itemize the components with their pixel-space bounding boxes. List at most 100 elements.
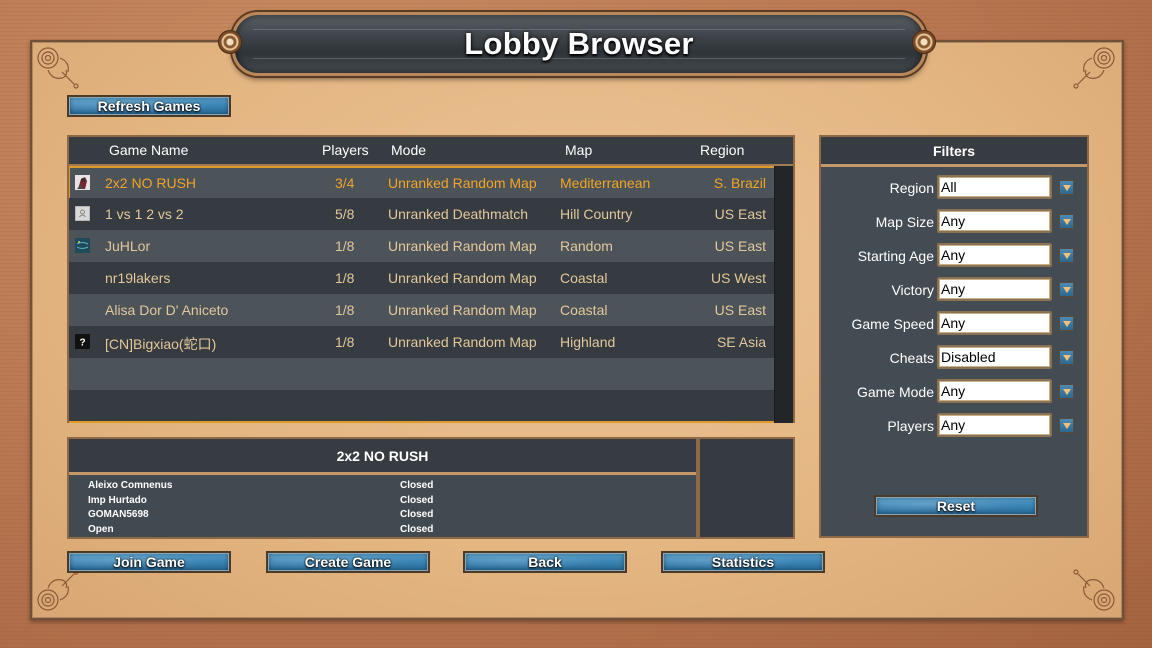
filter-game-speed-select[interactable]: Any (937, 311, 1052, 335)
game-players: 5/8 (335, 206, 355, 222)
game-region: US East (714, 206, 766, 222)
default-avatar-icon (75, 206, 90, 221)
map-preview (698, 437, 795, 539)
player-slot-status: Closed (400, 524, 434, 535)
dropdown-arrow-icon[interactable] (1059, 214, 1074, 229)
warrior-avatar-icon (75, 175, 90, 190)
game-name: [CN]Bigxiao(蛇口) (105, 336, 217, 352)
game-row[interactable]: 1 vs 1 2 vs 2 5/8 Unranked Deathmatch Hi… (69, 198, 775, 230)
game-region: US East (714, 302, 766, 318)
column-header-region[interactable]: Region (700, 142, 744, 158)
map-avatar-icon (75, 238, 90, 253)
filter-label-game-speed: Game Speed (851, 316, 935, 332)
player-slot-status: Closed (400, 495, 434, 506)
column-header-map[interactable]: Map (565, 142, 592, 158)
game-name: 1 vs 1 2 vs 2 (105, 206, 184, 222)
filter-label-region: Region (889, 180, 934, 196)
corner-ornament-icon (1073, 569, 1115, 611)
filter-map-size-select[interactable]: Any (937, 209, 1052, 233)
game-players: 1/8 (335, 302, 355, 318)
game-list-rows: 2x2 NO RUSH 3/4 Unranked Random Map Medi… (69, 166, 777, 423)
svg-text:?: ? (79, 338, 85, 349)
filter-label-game-mode: Game Mode (856, 384, 934, 400)
game-row[interactable]: nr19lakers 1/8 Unranked Random Map Coast… (69, 262, 775, 294)
back-button[interactable]: Back (463, 551, 627, 573)
title-banner: Lobby Browser (232, 12, 926, 76)
join-game-button[interactable]: Join Game (67, 551, 231, 573)
unknown-avatar-icon: ? (75, 334, 90, 349)
column-header-players[interactable]: Players (322, 142, 369, 158)
corner-ornament-icon (1073, 47, 1115, 89)
game-mode: Unranked Deathmatch (388, 206, 529, 222)
game-mode: Unranked Random Map (388, 334, 537, 350)
filters-title: Filters (821, 137, 1087, 167)
filter-label-victory: Victory (891, 282, 934, 298)
game-mode: Unranked Random Map (388, 302, 537, 318)
column-header-mode[interactable]: Mode (391, 142, 426, 158)
game-players: 3/4 (335, 175, 355, 191)
filter-starting-age-select[interactable]: Any (937, 243, 1052, 267)
dropdown-arrow-icon[interactable] (1059, 316, 1074, 331)
empty-row (69, 390, 775, 421)
game-name: Alisa Dor D' Aniceto (105, 302, 229, 318)
filter-label-players: Players (887, 418, 934, 434)
filter-label-cheats: Cheats (889, 350, 934, 366)
dropdown-arrow-icon[interactable] (1059, 418, 1074, 433)
filter-label-map-size: Map Size (875, 214, 934, 230)
player-slot-name: Open (88, 524, 114, 535)
statistics-button[interactable]: Statistics (661, 551, 825, 573)
column-header-game-name[interactable]: Game Name (109, 142, 188, 158)
game-map: Hill Country (560, 206, 633, 222)
game-map: Coastal (560, 302, 608, 318)
game-map: Highland (560, 334, 616, 350)
banner-knob-icon (218, 30, 242, 54)
game-mode: Unranked Random Map (388, 270, 537, 286)
game-list-scrollbar[interactable] (774, 166, 793, 423)
game-mode: Unranked Random Map (388, 175, 537, 191)
game-mode: Unranked Random Map (388, 238, 537, 254)
game-row[interactable]: 2x2 NO RUSH 3/4 Unranked Random Map Medi… (69, 166, 775, 199)
dropdown-arrow-icon[interactable] (1059, 350, 1074, 365)
game-list: Game Name Players Mode Map Region 2x2 NO… (67, 135, 795, 423)
player-slot-status: Closed (400, 480, 434, 491)
player-slot-name: Imp Hurtado (88, 495, 147, 506)
game-region: SE Asia (716, 334, 766, 350)
game-name: 2x2 NO RUSH (105, 175, 197, 191)
dropdown-arrow-icon[interactable] (1059, 180, 1074, 195)
game-row[interactable]: ? [CN]Bigxiao(蛇口) 1/8 Unranked Random Ma… (69, 326, 775, 358)
game-region: US West (711, 270, 766, 286)
filter-region-select[interactable]: All (937, 175, 1052, 199)
page-title: Lobby Browser (464, 26, 694, 61)
game-details-panel: 2x2 NO RUSH Aleixo Comnenus Closed Imp H… (67, 437, 698, 539)
game-players: 1/8 (335, 238, 355, 254)
empty-row (69, 358, 775, 390)
game-region: US East (714, 238, 766, 254)
game-row[interactable]: Alisa Dor D' Aniceto 1/8 Unranked Random… (69, 294, 775, 326)
player-slot-name: Aleixo Comnenus (88, 480, 173, 491)
game-name: nr19lakers (105, 270, 171, 286)
game-region: S. Brazil (713, 175, 766, 191)
filters-panel: Filters Region All Map Size Any Starting… (819, 135, 1089, 538)
filter-label-starting-age: Starting Age (857, 248, 934, 264)
dropdown-arrow-icon[interactable] (1059, 248, 1074, 263)
banner-knob-icon (912, 30, 936, 54)
dropdown-arrow-icon[interactable] (1059, 384, 1074, 399)
player-slot-status: Closed (400, 509, 434, 520)
dropdown-arrow-icon[interactable] (1059, 282, 1074, 297)
game-list-header: Game Name Players Mode Map Region (69, 137, 793, 166)
game-map: Coastal (560, 270, 608, 286)
filter-players-select[interactable]: Any (937, 413, 1052, 437)
reset-filters-button[interactable]: Reset (874, 495, 1038, 517)
game-map: Random (560, 238, 613, 254)
game-map: Mediterranean (560, 175, 651, 191)
refresh-games-button[interactable]: Refresh Games (67, 95, 231, 117)
game-name: JuHLor (105, 238, 151, 254)
create-game-button[interactable]: Create Game (266, 551, 430, 573)
player-slot-name: GOMAN5698 (88, 509, 149, 520)
game-row[interactable]: JuHLor 1/8 Unranked Random Map Random US… (69, 230, 775, 262)
selected-game-title: 2x2 NO RUSH (69, 439, 696, 475)
game-players: 1/8 (335, 270, 355, 286)
filter-game-mode-select[interactable]: Any (937, 379, 1052, 403)
filter-victory-select[interactable]: Any (937, 277, 1052, 301)
filter-cheats-select[interactable]: Disabled (937, 345, 1052, 369)
